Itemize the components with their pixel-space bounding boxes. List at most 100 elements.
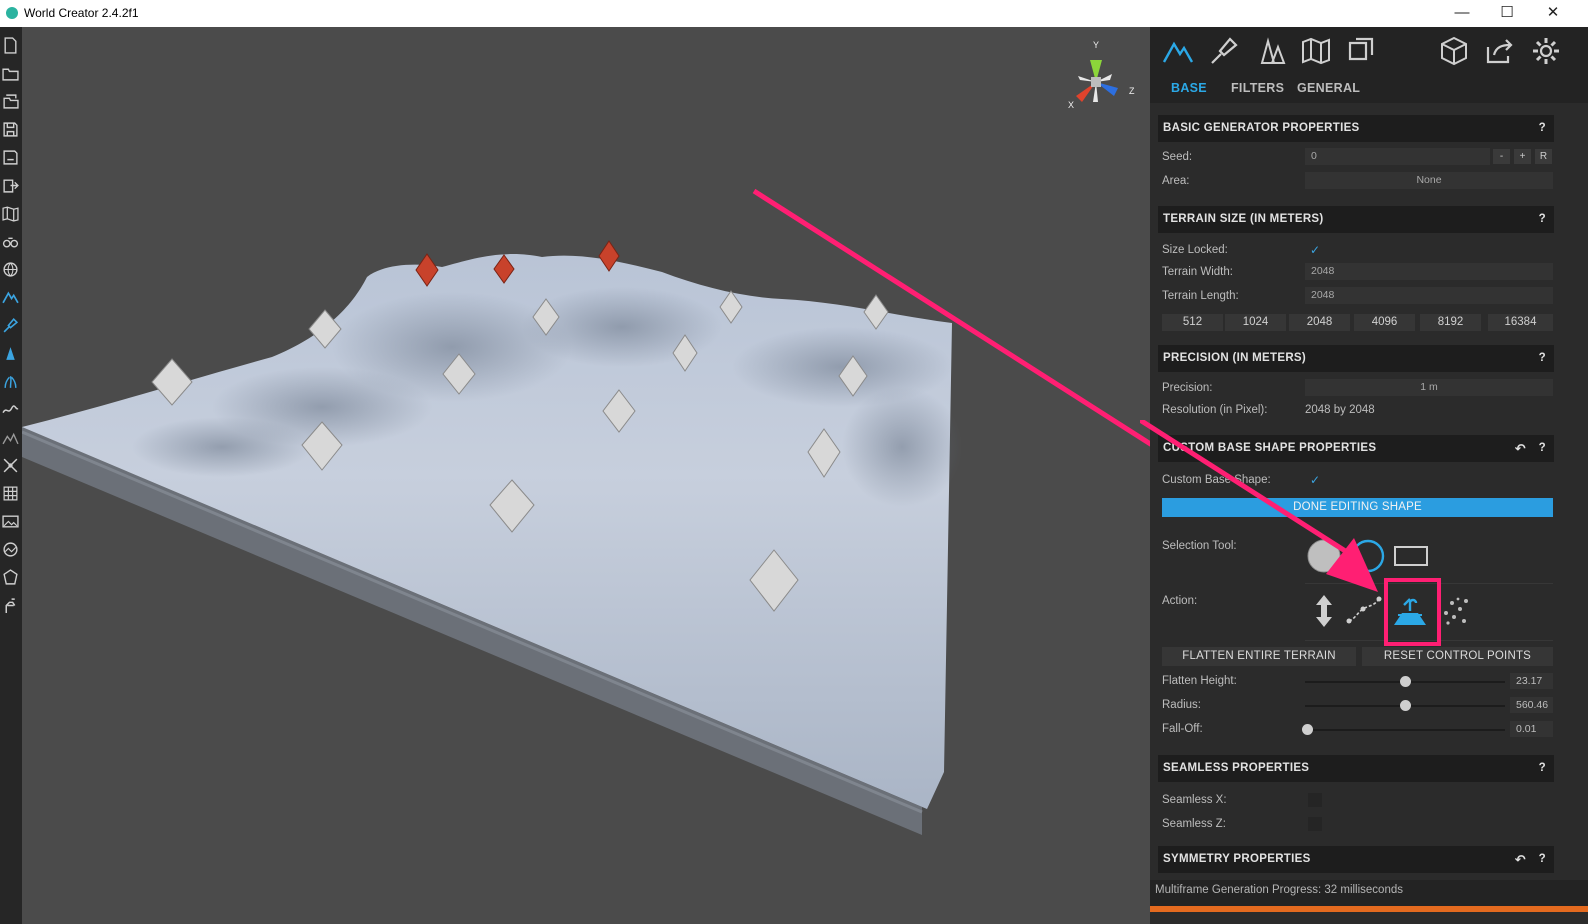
trees-icon[interactable] — [1254, 35, 1286, 67]
maximize-button[interactable]: ☐ — [1484, 0, 1530, 27]
gizmo-z-label: Z — [1129, 86, 1135, 96]
gizmo-y-label: Y — [1093, 40, 1099, 50]
minimize-button[interactable]: — — [1439, 0, 1485, 27]
help-button[interactable]: ? — [1539, 846, 1546, 873]
sky-icon[interactable] — [2, 541, 19, 558]
terrain-scene[interactable]: Y X Z — [22, 27, 1150, 924]
radius-slider[interactable] — [1305, 700, 1505, 711]
falloff-slider[interactable] — [1302, 724, 1505, 735]
size-preset-button[interactable]: 8192 — [1420, 314, 1481, 331]
tab-base[interactable]: BASE — [1171, 81, 1207, 95]
radius-label: Radius: — [1162, 699, 1201, 711]
size-preset-button[interactable]: 2048 — [1289, 314, 1350, 331]
grid-icon[interactable] — [2, 485, 19, 502]
erosion-icon[interactable] — [2, 429, 19, 446]
app-logo-icon — [6, 7, 18, 19]
flatten-height-slider[interactable] — [1305, 676, 1505, 687]
help-button[interactable]: ? — [1539, 206, 1546, 233]
tab-general[interactable]: GENERAL — [1297, 81, 1360, 95]
3d-viewport[interactable]: Y X Z — [22, 27, 1150, 924]
map-icon[interactable] — [1300, 35, 1332, 67]
size-preset-button[interactable]: 1024 — [1225, 314, 1286, 331]
tab-bar: BASE FILTERS GENERAL — [1150, 73, 1588, 103]
tab-filters[interactable]: FILTERS — [1231, 81, 1284, 95]
reset-control-points-button[interactable]: RESET CONTROL POINTS — [1362, 647, 1553, 666]
annotation-arrow-head — [1140, 420, 1378, 592]
rocky-area — [842, 387, 962, 507]
section-title: BASIC GENERATOR PROPERTIES — [1163, 122, 1360, 134]
slider-knob[interactable] — [1302, 724, 1313, 735]
flatten-height-label: Flatten Height: — [1162, 675, 1237, 687]
section-basic-generator[interactable]: BASIC GENERATOR PROPERTIES ? — [1158, 115, 1554, 142]
export-icon[interactable] — [1484, 35, 1516, 67]
grass-icon[interactable] — [2, 373, 19, 390]
seamless-z-label: Seamless Z: — [1162, 818, 1226, 830]
settings-gear-icon[interactable] — [1530, 35, 1562, 67]
seamless-z-checkbox[interactable] — [1308, 817, 1322, 831]
material-icon[interactable] — [2, 569, 19, 586]
rect-select-icon[interactable] — [1393, 544, 1429, 568]
section-precision[interactable]: PRECISION (IN METERS) ? — [1158, 345, 1554, 372]
reset-section-icon[interactable]: ↶ — [1515, 846, 1526, 873]
map-icon[interactable] — [2, 205, 19, 222]
resolution-value: 2048 by 2048 — [1305, 404, 1375, 416]
save-icon[interactable] — [2, 121, 19, 138]
size-preset-button[interactable]: 512 — [1162, 314, 1223, 331]
scatter-icon[interactable] — [1440, 595, 1472, 627]
size-preset-button[interactable]: 16384 — [1488, 314, 1553, 331]
section-title: TERRAIN SIZE (IN METERS) — [1163, 213, 1324, 225]
precision-label: Precision: — [1162, 382, 1213, 394]
section-symmetry[interactable]: SYMMETRY PROPERTIES ↶ ? — [1158, 846, 1554, 873]
size-locked-label: Size Locked: — [1162, 244, 1228, 256]
close-button[interactable]: ✕ — [1530, 0, 1576, 27]
terrain-mode-icon[interactable] — [1162, 35, 1194, 67]
open-recent-icon[interactable] — [2, 93, 19, 110]
area-label: Area: — [1162, 175, 1190, 187]
terrain-length-input[interactable]: 2048 — [1305, 287, 1553, 304]
cube-icon[interactable] — [1438, 35, 1470, 67]
seamless-x-checkbox[interactable] — [1308, 793, 1322, 807]
flatten-entire-terrain-button[interactable]: FLATTEN ENTIRE TERRAIN — [1162, 647, 1356, 666]
annotation-highlight-box — [1384, 578, 1441, 646]
brush-mode-icon[interactable] — [2, 317, 19, 334]
import-icon[interactable] — [2, 177, 19, 194]
terrain-mode-icon[interactable] — [2, 289, 19, 306]
area-dropdown[interactable]: None — [1305, 172, 1553, 189]
flatten-height-value[interactable]: 23.17 — [1510, 673, 1553, 689]
size-preset-button[interactable]: 4096 — [1354, 314, 1415, 331]
terrain-width-input[interactable]: 2048 — [1305, 263, 1553, 280]
vegetation-icon[interactable] — [2, 345, 19, 362]
help-button[interactable]: ? — [1539, 345, 1546, 372]
globe-icon[interactable] — [2, 261, 19, 278]
binoculars-icon[interactable] — [2, 233, 19, 250]
help-button[interactable]: ? — [1539, 115, 1546, 142]
slider-knob[interactable] — [1400, 700, 1411, 711]
image-icon[interactable] — [2, 513, 19, 530]
character-icon[interactable] — [2, 597, 19, 614]
seed-increment-button[interactable]: + — [1514, 149, 1531, 164]
seed-decrement-button[interactable]: - — [1493, 149, 1510, 164]
help-button[interactable]: ? — [1539, 435, 1546, 462]
new-file-icon[interactable] — [2, 37, 19, 54]
reset-section-icon[interactable]: ↶ — [1515, 435, 1526, 462]
river-icon[interactable] — [2, 401, 19, 418]
section-seamless[interactable]: SEAMLESS PROPERTIES ? — [1158, 755, 1554, 782]
section-title: SYMMETRY PROPERTIES — [1163, 853, 1311, 865]
open-folder-icon[interactable] — [2, 65, 19, 82]
seed-input[interactable]: 0 — [1305, 148, 1490, 165]
scale-icon[interactable] — [2, 457, 19, 474]
axis-gizmo[interactable]: Y X Z — [1068, 40, 1135, 110]
slider-knob[interactable] — [1400, 676, 1411, 687]
falloff-value[interactable]: 0.01 — [1510, 721, 1553, 737]
brush-icon[interactable] — [1208, 35, 1240, 67]
size-locked-checkbox[interactable]: ✓ — [1308, 243, 1322, 257]
help-button[interactable]: ? — [1539, 755, 1546, 782]
section-terrain-size[interactable]: TERRAIN SIZE (IN METERS) ? — [1158, 206, 1554, 233]
layers-icon[interactable] — [1346, 35, 1378, 67]
status-bar: Multiframe Generation Progress: 32 milli… — [1150, 880, 1588, 906]
precision-dropdown[interactable]: 1 m — [1305, 379, 1553, 396]
seed-random-button[interactable]: R — [1535, 149, 1552, 164]
radius-value[interactable]: 560.46 — [1510, 697, 1553, 713]
section-title: PRECISION (IN METERS) — [1163, 352, 1307, 364]
save-as-icon[interactable] — [2, 149, 19, 166]
